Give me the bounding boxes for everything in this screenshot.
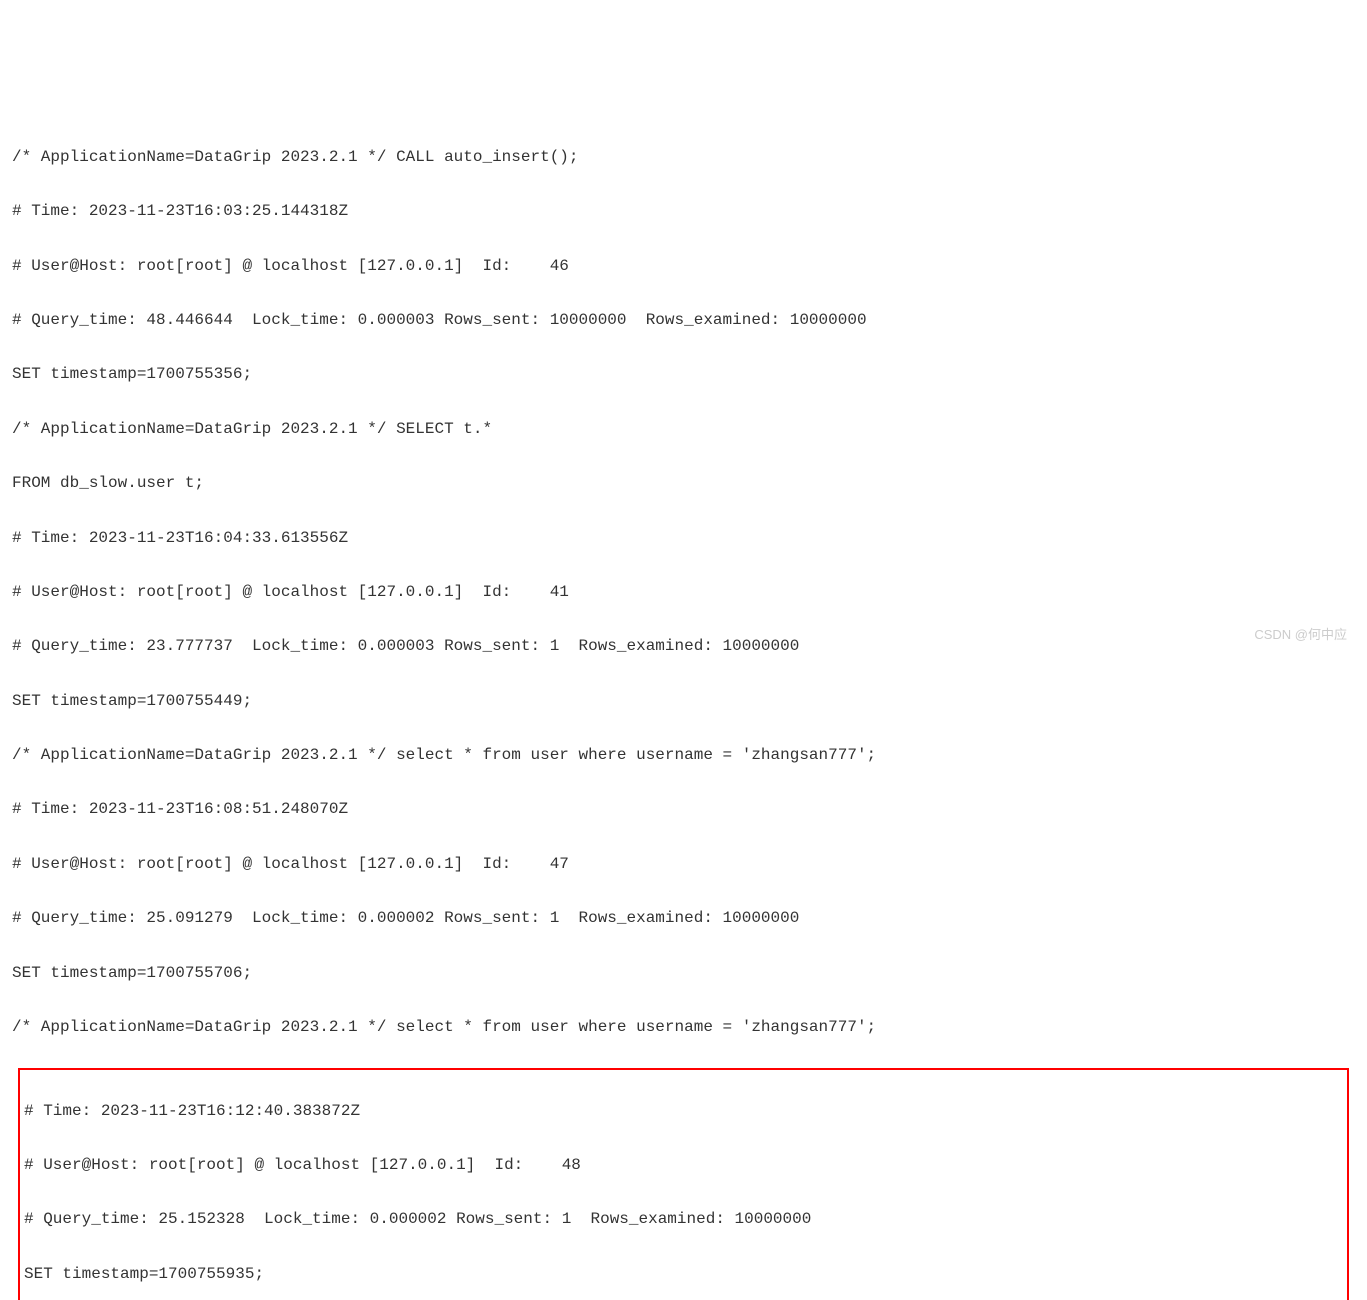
log-line: # Time: 2023-11-23T16:03:25.144318Z <box>12 198 1355 225</box>
log-line: /* ApplicationName=DataGrip 2023.2.1 */ … <box>12 1014 1355 1041</box>
log-line: SET timestamp=1700755935; <box>24 1261 1343 1288</box>
log-container: /* ApplicationName=DataGrip 2023.2.1 */ … <box>0 117 1367 1300</box>
highlighted-log-block: # Time: 2023-11-23T16:12:40.383872Z # Us… <box>18 1068 1349 1300</box>
log-line: # Time: 2023-11-23T16:12:40.383872Z <box>24 1098 1343 1125</box>
log-line: /* ApplicationName=DataGrip 2023.2.1 */ … <box>12 416 1355 443</box>
log-line: # Time: 2023-11-23T16:08:51.248070Z <box>12 796 1355 823</box>
log-line: # Query_time: 25.152328 Lock_time: 0.000… <box>24 1206 1343 1233</box>
log-line: # User@Host: root[root] @ localhost [127… <box>12 579 1355 606</box>
log-line: # Query_time: 25.091279 Lock_time: 0.000… <box>12 905 1355 932</box>
log-line: SET timestamp=1700755356; <box>12 361 1355 388</box>
log-line: /* ApplicationName=DataGrip 2023.2.1 */ … <box>12 144 1355 171</box>
log-line: # Query_time: 23.777737 Lock_time: 0.000… <box>12 633 1355 660</box>
log-line: # User@Host: root[root] @ localhost [127… <box>24 1152 1343 1179</box>
log-line: SET timestamp=1700755449; <box>12 688 1355 715</box>
watermark-text: CSDN @何中应 <box>1254 624 1347 646</box>
log-line: /* ApplicationName=DataGrip 2023.2.1 */ … <box>12 742 1355 769</box>
log-line: FROM db_slow.user t; <box>12 470 1355 497</box>
log-line: # User@Host: root[root] @ localhost [127… <box>12 253 1355 280</box>
log-line: # User@Host: root[root] @ localhost [127… <box>12 851 1355 878</box>
log-line: # Time: 2023-11-23T16:04:33.613556Z <box>12 525 1355 552</box>
log-line: SET timestamp=1700755706; <box>12 960 1355 987</box>
log-line: # Query_time: 48.446644 Lock_time: 0.000… <box>12 307 1355 334</box>
